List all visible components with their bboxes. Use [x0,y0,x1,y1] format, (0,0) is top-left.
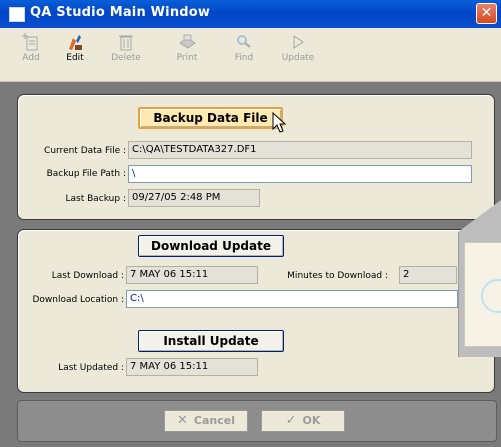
find-icon [233,32,255,52]
backup-file-path-label: Backup File Path : [46,169,126,179]
update-icon [287,32,309,52]
find-label: Find [234,53,254,63]
print-label: Print [176,53,198,63]
update-label: Update [281,53,315,63]
cancel-label: Cancel [193,414,235,427]
ok-label: OK [302,414,321,427]
title-bar[interactable]: QA Studio Main Window ✕ [0,0,501,28]
app-icon [9,7,25,22]
backup-data-file-button[interactable]: Backup Data File [138,107,283,129]
edit-button[interactable]: Edit [52,32,98,76]
edit-label: Edit [66,53,84,63]
last-backup-label: Last Backup : [65,194,127,204]
current-data-file-field: C:\QA\TESTDATA327.DF1 [128,141,472,159]
last-download-field: 7 MAY 06 15:11 [126,266,258,284]
install-update-button[interactable]: Install Update [138,330,284,352]
overlay-card-inner [464,242,501,347]
last-updated-label: Last Updated : [58,363,124,373]
current-data-file-label: Current Data File : [44,146,126,156]
minutes-to-download-label: Minutes to Download : [287,271,388,281]
download-update-button[interactable]: Download Update [138,235,284,257]
delete-label: Delete [111,53,141,63]
overlay-card [458,232,501,357]
cancel-icon: ✕ [177,413,188,428]
print-button[interactable]: Print [164,32,210,76]
backup-panel: Backup Data File Current Data File : C:\… [17,94,495,220]
ok-button[interactable]: ✓ OK [261,410,345,432]
edit-icon [64,32,86,52]
add-button[interactable]: Add [8,32,54,76]
backup-file-path-input[interactable]: \ [128,165,472,183]
checkmark-icon: ✓ [285,413,297,428]
mouse-cursor [272,112,287,133]
download-location-input[interactable]: C:\ [126,290,458,308]
minutes-to-download-field: 2 [399,266,457,284]
add-icon [20,32,42,52]
last-updated-field: 7 MAY 06 15:11 [126,358,258,376]
close-button[interactable]: ✕ [476,3,497,24]
delete-button[interactable]: Delete [103,32,149,76]
overlay-card-edge [458,200,501,232]
update-button[interactable]: Update [275,32,321,76]
main-area: Backup Data File Current Data File : C:\… [0,82,501,447]
last-backup-field: 09/27/05 2:48 PM [128,189,260,207]
add-label: Add [22,53,40,63]
download-location-label: Download Location : [32,295,124,305]
toolbar: Add Edit Delete Print Find Update [0,28,501,82]
window-title: QA Studio Main Window [30,5,211,20]
print-icon [176,32,198,52]
update-panel: Download Update Last Download : 7 MAY 06… [17,229,495,393]
last-download-label: Last Download : [51,271,124,281]
globe-icon [481,279,501,313]
delete-icon [115,32,137,52]
main-window: QA Studio Main Window ✕ Add Edit Delete [0,0,501,447]
footer-bar: ✕ Cancel ✓ OK [17,400,497,442]
find-button[interactable]: Find [221,32,267,76]
cancel-button[interactable]: ✕ Cancel [164,410,248,432]
